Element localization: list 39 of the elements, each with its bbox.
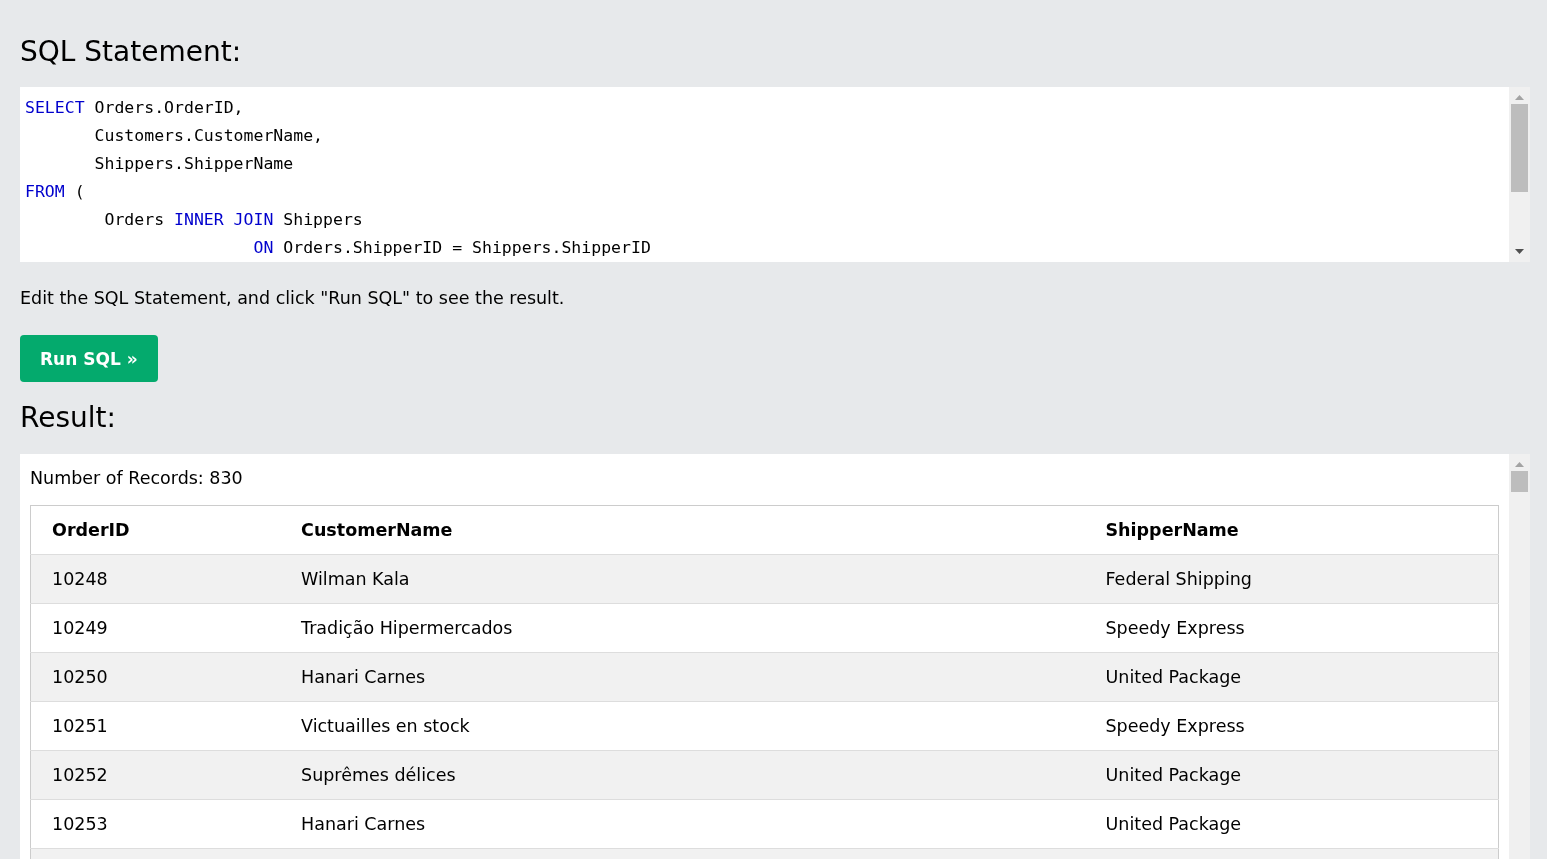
scrollbar-thumb[interactable]	[1511, 104, 1528, 192]
table-cell: Hanari Carnes	[301, 814, 426, 834]
table-cell: 10250	[52, 667, 108, 687]
column-header: ShipperName	[1105, 520, 1239, 540]
code-line: Customers.CustomerName,	[93, 125, 323, 147]
scroll-down-arrow-icon[interactable]	[1515, 249, 1524, 254]
code-line: Shippers.ShipperName	[93, 153, 294, 175]
code-line: ON Orders.ShipperID = Shippers.ShipperID	[252, 237, 651, 259]
table-cell: Speedy Express	[1105, 618, 1245, 638]
table-cell: 10253	[52, 814, 108, 834]
table-cell: Suprêmes délices	[301, 765, 456, 785]
code-line: FROM (	[25, 181, 85, 203]
instruction-text: Edit the SQL Statement, and click "Run SQL" to see the result.	[20, 287, 565, 310]
column-header: CustomerName	[301, 520, 453, 540]
section-heading: Result:	[20, 404, 117, 432]
table-cell: 10248	[52, 569, 108, 589]
code-editor[interactable]: SELECT Orders.OrderID, Customers.CustomerName, Shippers.ShipperName FROM ( Orders INNER JOIN Shippers ON Orders.ShipperID = Shippers.ShipperID	[20, 87, 1530, 262]
table-cell: 10252	[52, 765, 108, 785]
table-cell: United Package	[1105, 667, 1242, 687]
table-cell: 10249	[52, 618, 108, 638]
scrollbar[interactable]	[1509, 87, 1530, 262]
table-cell: United Package	[1105, 814, 1242, 834]
scroll-up-arrow-icon[interactable]	[1515, 95, 1524, 100]
table-cell: Federal Shipping	[1105, 569, 1252, 589]
table-cell: Hanari Carnes	[301, 667, 426, 687]
table-cell: Speedy Express	[1105, 716, 1245, 736]
table-cell: Victuailles en stock	[301, 716, 470, 736]
table-cell: Wilman Kala	[301, 569, 410, 589]
code-line: SELECT Orders.OrderID,	[25, 97, 244, 119]
section-heading: SQL Statement:	[20, 38, 243, 66]
table-cell: United Package	[1105, 765, 1242, 785]
table-cell: Tradição Hipermercados	[301, 618, 513, 638]
code-line: Orders INNER JOIN Shippers	[103, 209, 363, 231]
record-count: Number of Records: 830	[30, 467, 243, 490]
scroll-up-arrow-icon[interactable]	[1515, 462, 1524, 467]
scrollbar-thumb[interactable]	[1511, 471, 1528, 492]
scrollbar[interactable]	[1509, 454, 1530, 859]
column-header: OrderID	[52, 520, 130, 540]
table-cell: 10251	[52, 716, 108, 736]
